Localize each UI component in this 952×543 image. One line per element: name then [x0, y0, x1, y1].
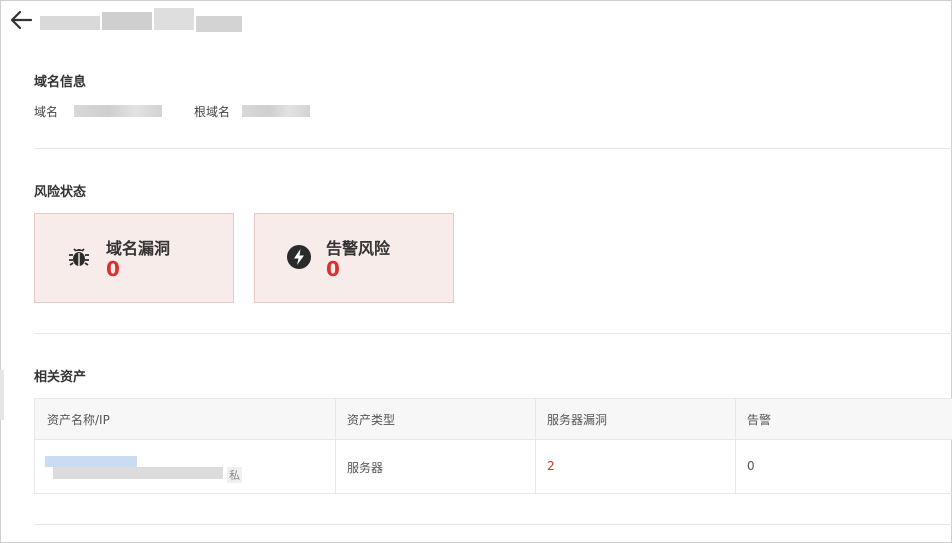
alert-risk-card[interactable]: 告警风险 0 [254, 213, 454, 303]
column-header-alerts: 告警 [747, 413, 772, 427]
column-header-asset-type: 资产类型 [347, 413, 396, 427]
table-header [35, 399, 952, 440]
divider [34, 333, 952, 334]
divider [34, 524, 952, 525]
domain-info-title: 域名信息 [34, 75, 87, 90]
domain-label: 域名 [34, 105, 59, 119]
lightning-icon [287, 245, 311, 269]
server-vulns-link[interactable]: 2 [547, 459, 555, 473]
bug-icon [67, 245, 91, 269]
column-header-asset-name: 资产名称/IP [47, 413, 110, 427]
divider [34, 148, 952, 149]
related-assets-title: 相关资产 [34, 370, 87, 385]
private-tag: 私 [227, 467, 242, 483]
back-arrow-icon[interactable] [9, 8, 35, 32]
card-count: 0 [326, 257, 340, 281]
column-header-server-vulns: 服务器漏洞 [547, 413, 608, 427]
domain-value-redacted [74, 105, 162, 117]
card-label: 域名漏洞 [106, 239, 171, 258]
asset-type-cell: 服务器 [347, 461, 384, 475]
risk-status-title: 风险状态 [34, 185, 87, 200]
root-domain-label: 根域名 [194, 105, 231, 119]
domain-vulnerability-card[interactable]: 域名漏洞 0 [34, 213, 234, 303]
card-count: 0 [106, 257, 120, 281]
root-domain-value-redacted [242, 105, 310, 117]
asset-ip-redacted [53, 467, 223, 479]
collapse-handle[interactable] [0, 370, 4, 420]
alerts-cell: 0 [747, 459, 755, 473]
card-label: 告警风险 [326, 239, 391, 258]
page-title-redacted [38, 6, 248, 36]
assets-table: 资产名称/IP 资产类型 服务器漏洞 告警 私 服务器 2 0 [34, 398, 952, 494]
asset-name-link-redacted[interactable] [45, 456, 137, 467]
